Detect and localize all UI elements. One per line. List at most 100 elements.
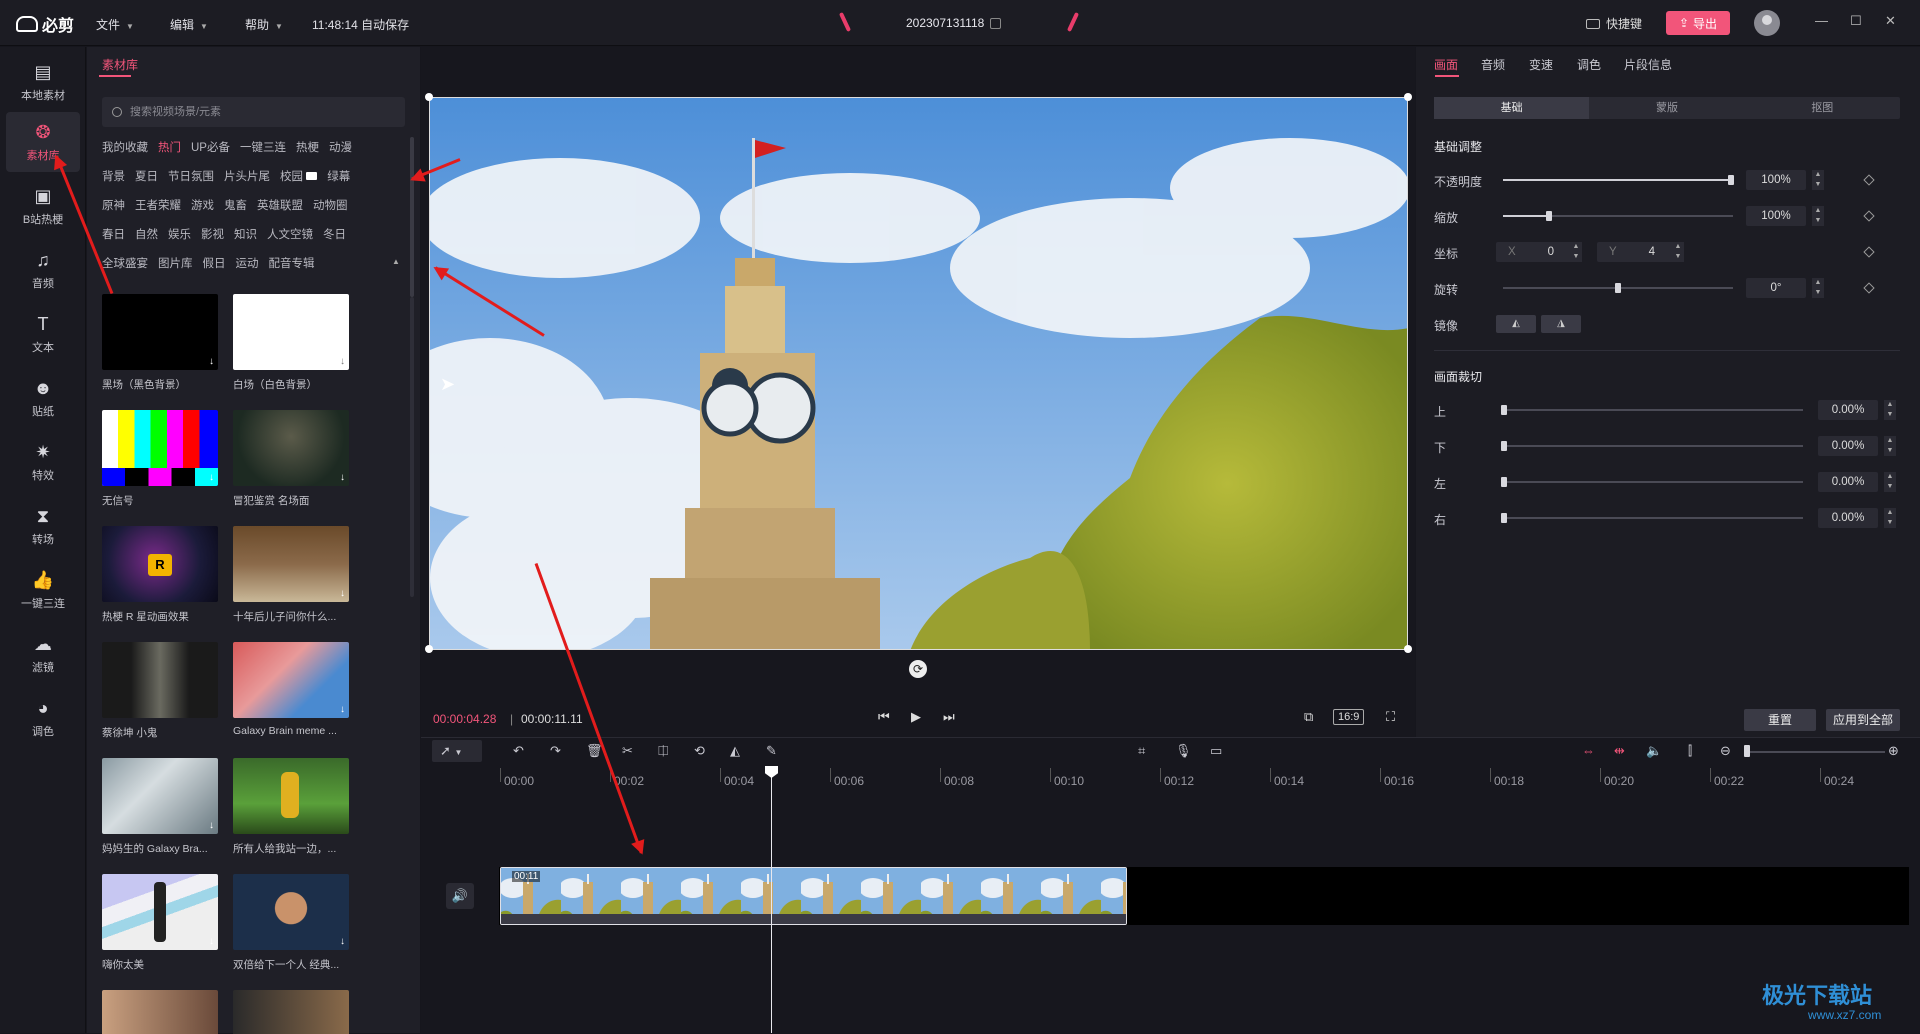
zoom-knob[interactable] [1744,745,1750,757]
camera-icon[interactable]: ▭ [1210,743,1222,759]
crop-right-slider[interactable] [1503,517,1803,519]
tag-triple[interactable]: 一键三连 [240,139,286,155]
crop-right-stepper[interactable]: ▲ ▼ [1884,508,1896,528]
tag-up[interactable]: UP必备 [191,139,230,155]
tag-animals[interactable]: 动物圈 [313,197,348,213]
nav-effects[interactable]: ✷ 特效 [6,432,80,492]
search-box[interactable] [102,97,405,127]
reverse-icon[interactable]: ⟲ [694,743,705,759]
tag-holiday[interactable]: 假日 [203,255,226,271]
undo-icon[interactable]: ↶ [513,743,524,759]
nav-local-media[interactable]: ▤ 本地素材 [6,52,80,112]
tag-knowledge[interactable]: 知识 [234,226,257,242]
crop-left-knob[interactable] [1501,477,1507,487]
menu-edit[interactable]: 编辑 ▼ [170,16,208,33]
media-card[interactable]: ↓ 黑场（黑色背景） [102,294,218,392]
tag-intro-outro[interactable]: 片头片尾 [224,168,270,184]
tag-lol[interactable]: 英雄联盟 [257,197,303,213]
media-card[interactable]: ↓ 妈妈生的 Galaxy Bra... [102,758,218,856]
split-view-icon[interactable]: ⫿ [1688,743,1692,759]
position-y-field[interactable]: Y4 [1597,242,1677,262]
tags-scrollbar[interactable] [410,137,414,297]
redo-icon[interactable]: ↷ [550,743,561,759]
nav-audio[interactable]: ♫ 音频 [6,240,80,300]
download-icon[interactable]: ↓ [209,472,214,483]
fullscreen-icon[interactable]: ⛶ [1386,709,1395,725]
edit-icon[interactable] [990,18,1002,30]
user-avatar[interactable] [1754,10,1780,36]
tag-meme[interactable]: 热梗 [296,139,319,155]
tag-winter[interactable]: 冬日 [323,226,346,242]
position-x-field[interactable]: X0 [1496,242,1576,262]
download-icon[interactable]: ↓ [340,356,345,367]
media-card[interactable]: ↓ 冒犯鉴赏 名场面 [233,410,349,508]
prev-frame-icon[interactable]: ⏮ [878,709,890,725]
marker-icon[interactable]: ✎ [766,743,777,759]
nav-transitions[interactable]: ⧗ 转场 [6,496,80,556]
crop-right-knob[interactable] [1501,513,1507,523]
tag-festival[interactable]: 节日氛围 [168,168,214,184]
resize-handle[interactable] [1404,93,1412,101]
rotate-value[interactable]: 0° [1746,278,1806,298]
nav-text[interactable]: T 文本 [6,304,80,364]
link-track-icon[interactable]: ⇔ [1582,743,1595,758]
crop-right-value[interactable]: 0.00% [1818,508,1878,528]
maximize-icon[interactable]: ☐ [1850,13,1862,29]
tag-entertainment[interactable]: 娱乐 [168,226,191,242]
x-stepper[interactable]: ▲ ▼ [1570,242,1582,262]
tag-global[interactable]: 全球盛宴 [102,255,148,271]
collapse-tags-icon[interactable]: ▲ [392,257,400,266]
subtab-mask[interactable]: 蒙版 [1589,97,1744,119]
crop-left-stepper[interactable]: ▲ ▼ [1884,472,1896,492]
crop-left-value[interactable]: 0.00% [1818,472,1878,492]
opacity-knob[interactable] [1728,175,1734,185]
tag-nature[interactable]: 自然 [135,226,158,242]
flip-vertical-icon[interactable]: ◮ [1541,315,1581,333]
resize-handle[interactable] [425,93,433,101]
media-card[interactable]: ↓ 白场（白色背景） [233,294,349,392]
next-frame-icon[interactable]: ⏭ [943,709,955,725]
download-icon[interactable]: ↓ [209,820,214,831]
tag-dubbing[interactable]: 配音专辑 [269,255,315,271]
media-card[interactable]: ↓ 双倍给下一个人 经典... [233,874,349,972]
reset-button[interactable]: 重置 [1744,709,1816,731]
tag-scenery[interactable]: 人文空镜 [267,226,313,242]
media-card[interactable] [102,990,218,1034]
text-recognition-icon[interactable]: ⌗ [1138,743,1145,759]
split-icon[interactable]: ✂ [622,743,633,759]
tag-kichiku[interactable]: 鬼畜 [224,197,247,213]
tag-summer[interactable]: 夏日 [135,168,158,184]
nav-color[interactable]: ◕ 调色 [6,688,80,748]
download-icon[interactable]: ↓ [209,936,214,947]
tag-spring[interactable]: 春日 [102,226,125,242]
audio-mute-icon[interactable]: 🔈 [1646,743,1662,759]
apply-all-button[interactable]: 应用到全部 [1826,709,1900,731]
close-icon[interactable]: ✕ [1885,13,1896,29]
rotate-knob[interactable] [1615,283,1621,293]
scale-value[interactable]: 100% [1746,206,1806,226]
zoom-in-icon[interactable]: ⊕ [1888,743,1899,759]
media-card[interactable]: R 热梗 R 星动画效果 [102,526,218,624]
export-button[interactable]: ⇪ 导出 [1666,11,1730,35]
menu-help[interactable]: 帮助 ▼ [245,16,283,33]
tag-greenscreen[interactable]: 绿幕 [327,168,350,184]
download-icon[interactable]: ↓ [340,936,345,947]
tag-images[interactable]: 图片库 [158,255,193,271]
opacity-value[interactable]: 100% [1746,170,1806,190]
tag-honor[interactable]: 王者荣耀 [135,197,181,213]
nav-triple[interactable]: 👍 一键三连 [6,560,80,620]
tag-background[interactable]: 背景 [102,168,125,184]
tab-color[interactable]: 调色 [1577,56,1601,73]
opacity-stepper[interactable]: ▲ ▼ [1812,170,1824,190]
media-card[interactable]: 所有人给我站一边，... [233,758,349,856]
freeze-icon[interactable]: ⎅ [658,743,668,759]
crop-top-knob[interactable] [1501,405,1507,415]
crop-top-slider[interactable] [1503,409,1803,411]
media-card[interactable]: ↓ 无信号 [102,410,218,508]
aspect-ratio-button[interactable]: 16:9 [1333,709,1365,725]
media-card[interactable]: 蔡徐坤 小鬼 [102,642,218,740]
crop-bottom-stepper[interactable]: ▲ ▼ [1884,436,1896,456]
nav-stickers[interactable]: ☻ 贴纸 [6,368,80,428]
tab-library[interactable]: 素材库 [102,56,138,73]
tag-game[interactable]: 游戏 [191,197,214,213]
